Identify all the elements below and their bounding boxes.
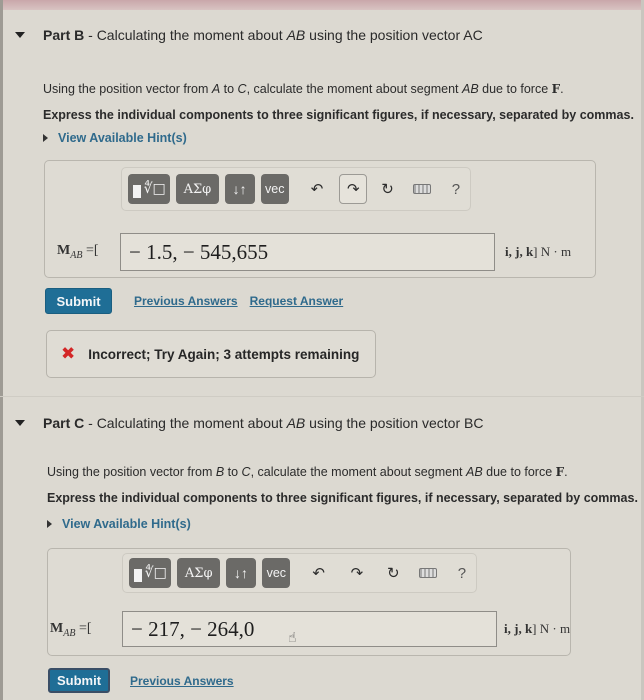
collapse-caret-icon[interactable] — [15, 420, 25, 426]
moment-label: MAB =[ — [50, 621, 92, 639]
part-b-view-hints-link[interactable]: View Available Hint(s) — [43, 131, 187, 145]
request-answer-link[interactable]: Request Answer — [250, 294, 344, 308]
redo-icon[interactable]: ↷ — [339, 174, 368, 204]
template-button[interactable]: ∜□ — [128, 174, 171, 204]
keyboard-icon[interactable] — [413, 558, 441, 588]
undo-icon[interactable]: ↶ — [304, 558, 332, 588]
keyboard-icon[interactable] — [408, 174, 436, 204]
root-template-icon: ∜□ — [143, 181, 166, 197]
part-c-actions: Submit Previous Answers — [48, 668, 234, 693]
units-label: i, j, k] N · m — [504, 621, 571, 636]
submit-button[interactable]: Submit — [48, 668, 110, 693]
x-icon: ✖ — [61, 344, 76, 363]
redo-icon[interactable]: ↷ — [343, 558, 371, 588]
subscript-superscript-button[interactable]: ↓↑ — [224, 174, 255, 204]
vector-button[interactable]: vec — [262, 558, 291, 588]
template-square-icon — [133, 569, 142, 582]
units-label: i, j, k] N · m — [505, 244, 572, 259]
math-toolbar: ∜□ ΑΣφ ↓↑ vec ↶ ↷ ↻ ? — [121, 167, 471, 211]
part-c-description: Using the position vector from B to C, c… — [47, 465, 568, 479]
part-c-title: Part C - Calculating the moment about AB… — [43, 415, 484, 431]
template-square-icon — [132, 185, 141, 198]
part-c-answer-box: ∜□ ΑΣφ ↓↑ vec ↶ ↷ ↻ ? MAB =[ − 217, − 26… — [47, 548, 571, 656]
part-c-header[interactable]: Part C - Calculating the moment about AB… — [15, 415, 483, 431]
left-edge — [0, 0, 3, 700]
subscript-superscript-button[interactable]: ↓↑ — [225, 558, 257, 588]
help-icon[interactable]: ? — [448, 558, 476, 588]
vector-button[interactable]: vec — [260, 174, 289, 204]
part-b-answer-box: ∜□ ΑΣφ ↓↑ vec ↶ ↷ ↻ ? MAB =[ − 1.5, − 54… — [44, 160, 596, 278]
part-b-instruction: Express the individual components to thr… — [43, 108, 634, 122]
previous-answers-link[interactable]: Previous Answers — [134, 294, 238, 308]
feedback-message: ✖ Incorrect; Try Again; 3 attempts remai… — [46, 330, 376, 378]
part-b-header[interactable]: Part B - Calculating the moment about AB… — [15, 27, 483, 43]
template-button[interactable]: ∜□ — [129, 558, 172, 588]
math-toolbar: ∜□ ΑΣφ ↓↑ vec ↶ ↷ ↻ ? — [122, 553, 477, 593]
reset-icon[interactable]: ↻ — [379, 558, 407, 588]
expand-caret-icon — [47, 520, 52, 528]
top-browser-strip — [0, 0, 644, 10]
part-c-view-hints-link[interactable]: View Available Hint(s) — [47, 517, 191, 531]
hand-cursor-icon: ☝ — [288, 629, 297, 645]
part-c-instruction: Express the individual components to thr… — [47, 491, 638, 505]
answer-input[interactable]: − 1.5, − 545,655 — [120, 233, 495, 271]
part-b-description: Using the position vector from A to C, c… — [43, 82, 564, 96]
reset-icon[interactable]: ↻ — [373, 174, 401, 204]
submit-button[interactable]: Submit — [45, 288, 112, 314]
collapse-caret-icon[interactable] — [15, 32, 25, 38]
help-icon[interactable]: ? — [442, 174, 470, 204]
part-b-actions: Submit Previous Answers Request Answer — [45, 288, 343, 314]
part-divider — [0, 396, 644, 397]
previous-answers-link[interactable]: Previous Answers — [130, 674, 234, 688]
expand-caret-icon — [43, 134, 48, 142]
moment-label: MAB =[ — [57, 243, 99, 261]
greek-symbols-button[interactable]: ΑΣφ — [176, 174, 219, 204]
undo-icon[interactable]: ↶ — [303, 174, 331, 204]
part-b-title: Part B - Calculating the moment about AB… — [43, 27, 483, 43]
root-template-icon: ∜□ — [144, 565, 167, 581]
answer-input[interactable]: − 217, − 264,0 — [122, 611, 497, 647]
greek-symbols-button[interactable]: ΑΣφ — [177, 558, 220, 588]
